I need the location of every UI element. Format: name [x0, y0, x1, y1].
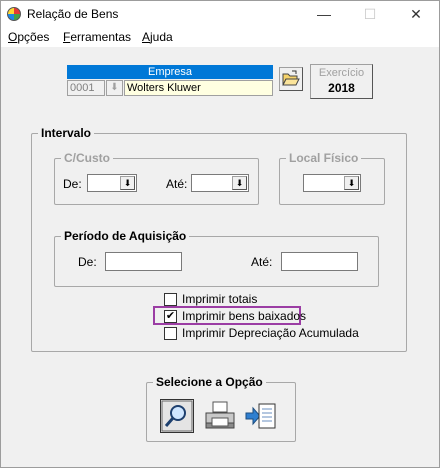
- imprimir-depreciacao-label: Imprimir Depreciação Acumulada: [182, 326, 359, 340]
- title-bar: Relação de Bens — ☐ ✕: [1, 1, 439, 28]
- checkbox[interactable]: [164, 327, 177, 340]
- imprimir-totais-label: Imprimir totais: [182, 292, 258, 306]
- ccusto-ate-label: Até:: [166, 177, 188, 191]
- window-title: Relação de Bens: [27, 7, 119, 21]
- minimize-button[interactable]: —: [301, 1, 347, 28]
- local-fisico-combo[interactable]: ⬇: [303, 174, 361, 192]
- arrow-down-icon[interactable]: ⬇: [120, 176, 135, 190]
- ccusto-de-label: De:: [63, 177, 82, 191]
- periodo-ate-field[interactable]: [281, 252, 358, 271]
- print-button[interactable]: [203, 399, 237, 433]
- checkbox[interactable]: [164, 293, 177, 306]
- periodo-title: Período de Aquisição: [61, 229, 190, 243]
- export-button[interactable]: [244, 399, 278, 433]
- app-icon: [7, 7, 21, 21]
- menu-opcoes[interactable]: Opções: [8, 30, 49, 44]
- periodo-ate-label: Até:: [251, 255, 273, 269]
- selecione-title: Selecione a Opção: [153, 375, 266, 389]
- empresa-dropdown-button: ⬇: [106, 80, 123, 96]
- empresa-header: Empresa: [67, 65, 273, 79]
- menu-bar: Opções Ferramentas Ajuda: [1, 28, 439, 47]
- magnifier-preview-icon: [161, 400, 193, 432]
- menu-ajuda[interactable]: Ajuda: [142, 30, 173, 44]
- arrow-down-icon: ⬇: [110, 82, 119, 93]
- ccusto-de-combo[interactable]: ⬇: [87, 174, 137, 192]
- empresa-name-field: Wolters Kluwer: [124, 80, 273, 96]
- ccusto-ate-combo[interactable]: ⬇: [191, 174, 249, 192]
- close-button[interactable]: ✕: [393, 1, 439, 28]
- printer-icon: [205, 401, 235, 429]
- imprimir-baixados-label: Imprimir bens baixados: [182, 309, 307, 323]
- periodo-de-label: De:: [78, 255, 97, 269]
- periodo-de-field[interactable]: [105, 252, 182, 271]
- empresa-code-field: 0001: [67, 80, 105, 96]
- exercicio-year: 2018: [328, 81, 355, 95]
- local-fisico-title: Local Físico: [286, 151, 362, 165]
- window: Relação de Bens — ☐ ✕ Opções Ferramentas…: [0, 0, 440, 468]
- open-empresa-button[interactable]: [279, 67, 303, 91]
- exercicio-label: Exercício: [318, 67, 365, 79]
- export-document-icon: [245, 403, 276, 429]
- ccusto-title: C/Custo: [61, 151, 113, 165]
- check-icon[interactable]: ✔: [164, 310, 177, 323]
- folder-open-icon: [282, 70, 300, 86]
- exercicio-box[interactable]: Exercício 2018: [310, 64, 373, 99]
- arrow-down-icon[interactable]: ⬇: [232, 176, 247, 190]
- intervalo-title: Intervalo: [38, 126, 95, 140]
- preview-button[interactable]: [160, 399, 194, 433]
- menu-ferramentas[interactable]: Ferramentas: [63, 30, 131, 44]
- arrow-down-icon[interactable]: ⬇: [344, 176, 359, 190]
- maximize-button: ☐: [363, 6, 377, 22]
